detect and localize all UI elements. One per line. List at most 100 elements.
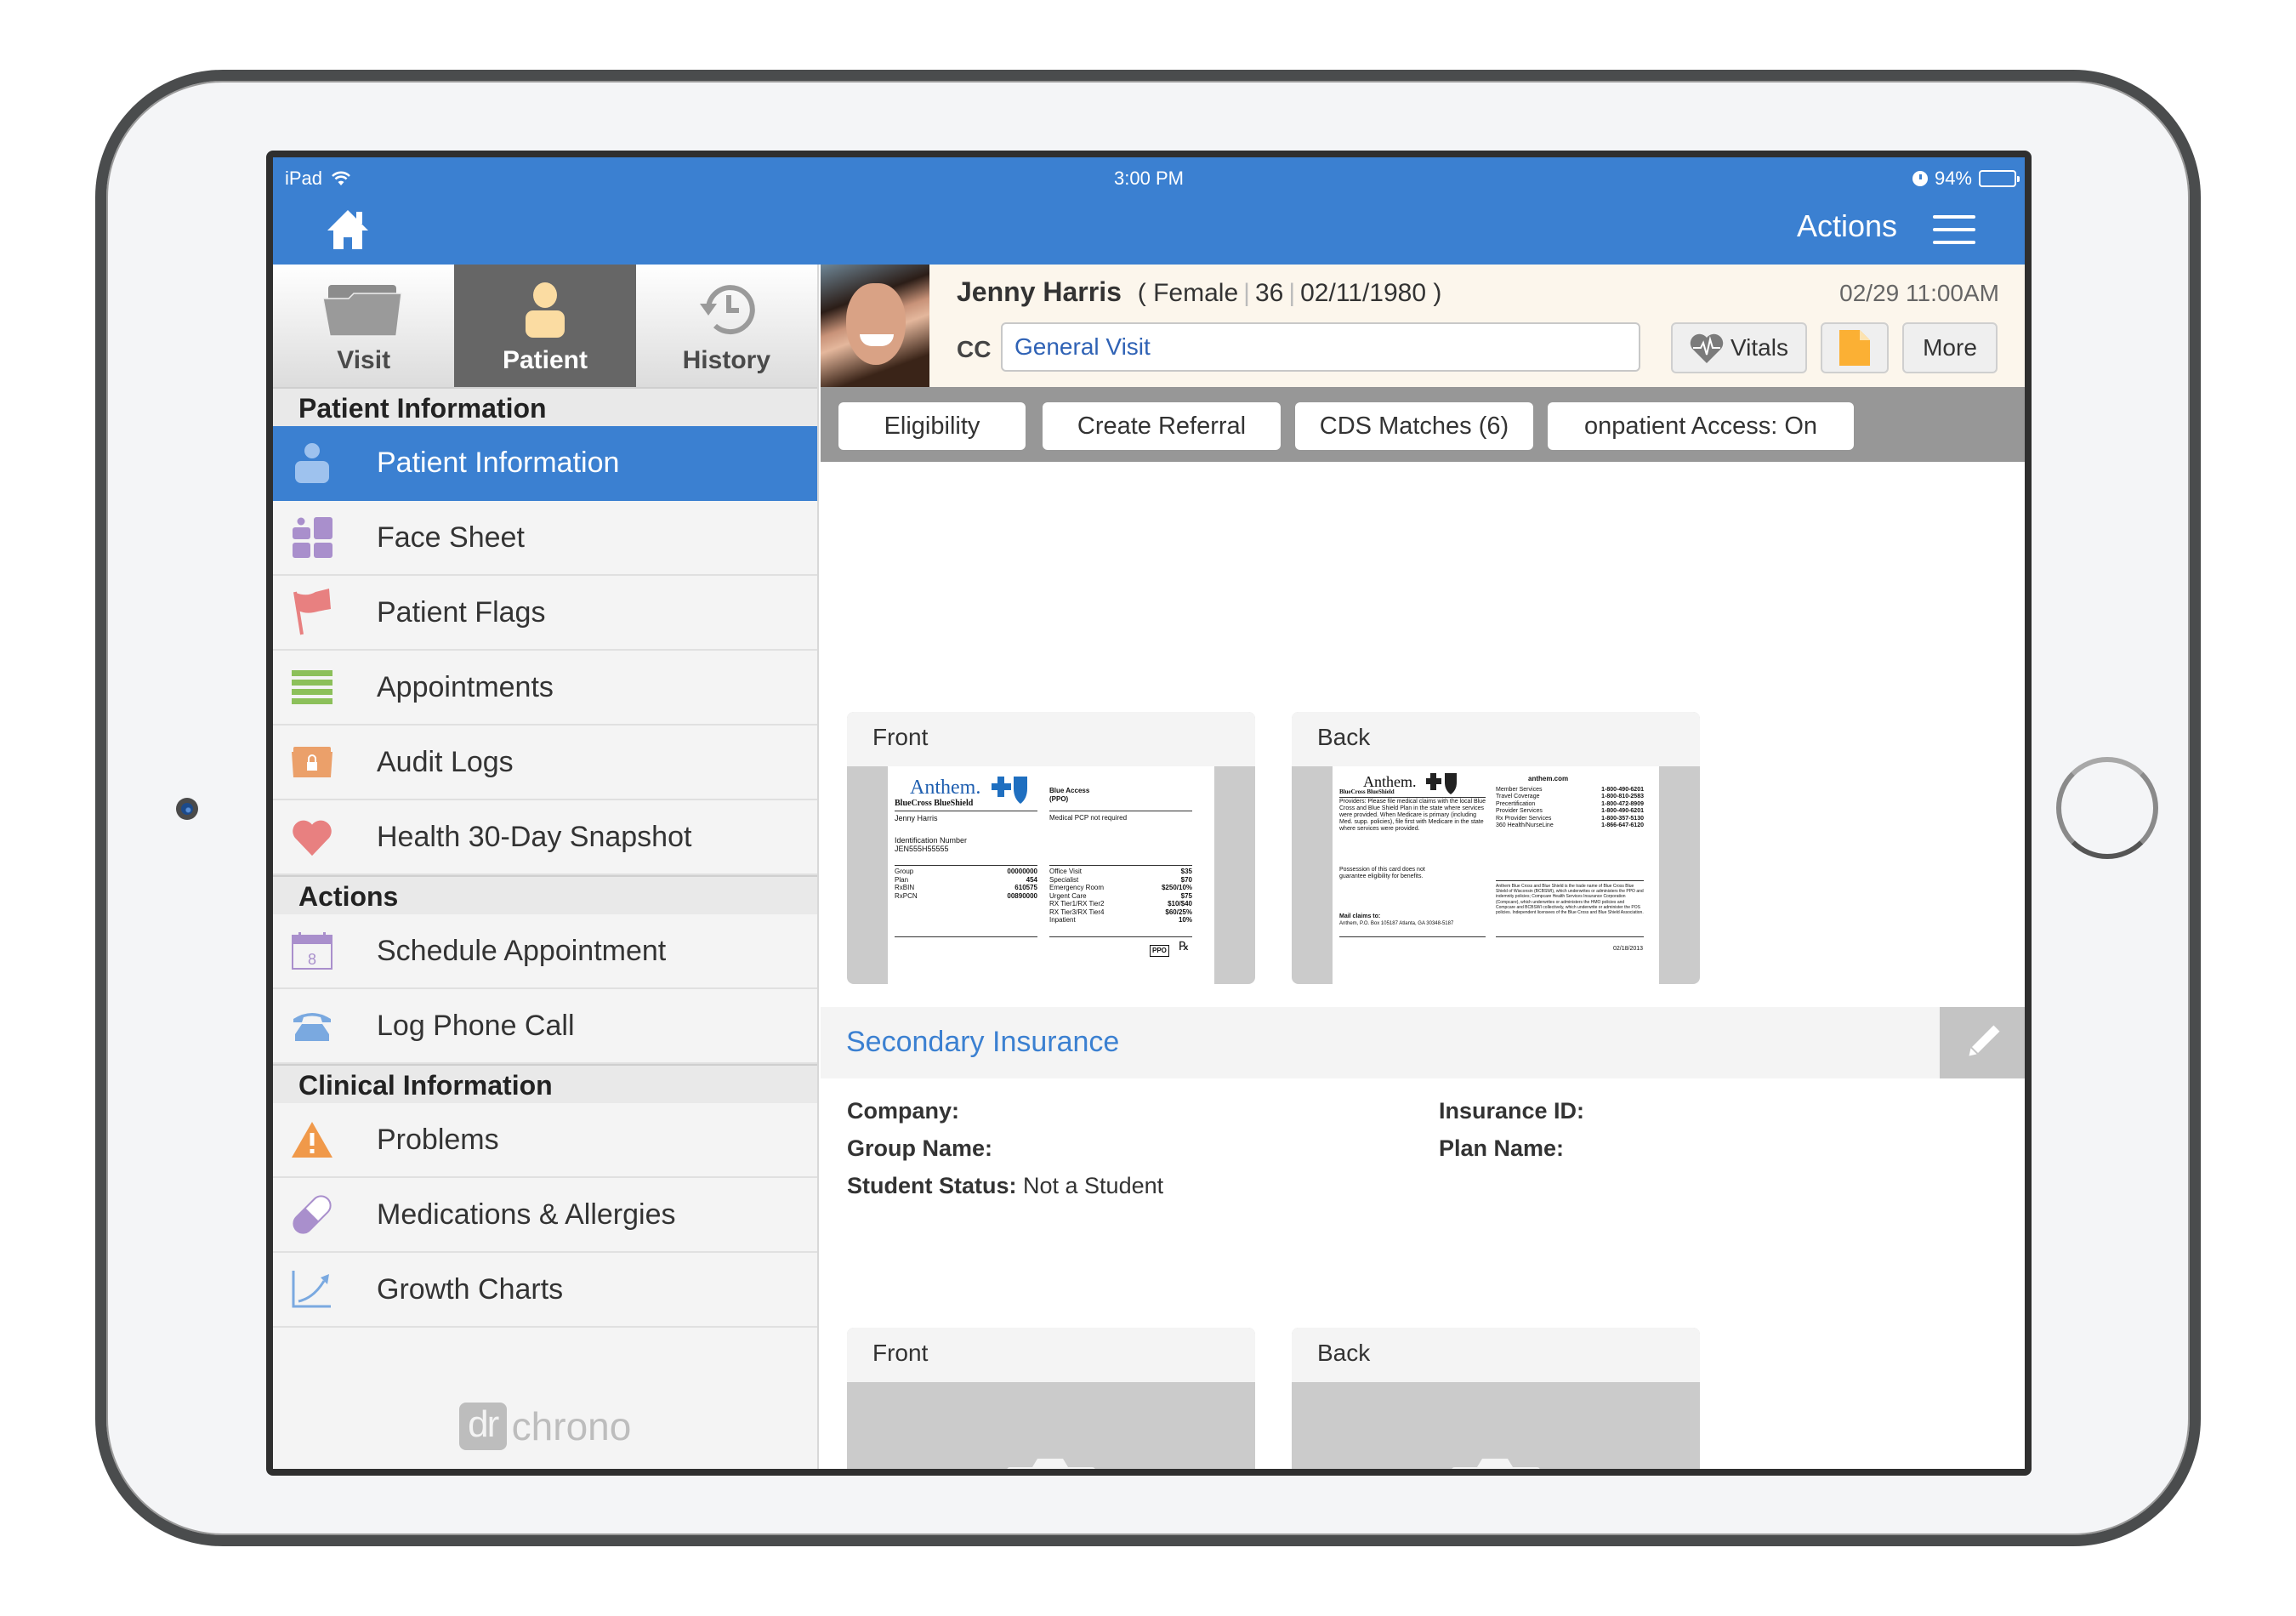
card-row-key: Office Visit [1049, 868, 1082, 875]
person-icon [525, 282, 565, 338]
chief-complaint-input[interactable] [1001, 322, 1640, 372]
card-row-key: RxBIN [895, 884, 915, 891]
sidebar-item-schedule-appointment[interactable]: 8 Schedule Appointment [273, 914, 817, 989]
sidebar-item-label: Growth Charts [377, 1272, 564, 1306]
sidebar-item-label: Face Sheet [377, 521, 525, 554]
sidebar-item-growth-charts[interactable]: Growth Charts [273, 1253, 817, 1328]
plan-name-label: Plan Name: [1439, 1135, 1565, 1161]
camera-icon[interactable] [1007, 1459, 1095, 1469]
card-row-key: Member Services [1496, 787, 1543, 793]
card-table-row: RxPCN 00890000 [895, 892, 1037, 901]
card-plan-name: Blue Access [1049, 787, 1090, 794]
card-table-row: Emergency Room $250/10% [1049, 884, 1192, 892]
card-website: anthem.com [1528, 775, 1569, 782]
card-row-value: 1-800-810-2583 [1601, 794, 1644, 800]
insurance-card-front-image: Anthem. BlueCross BlueShield Blue Access… [888, 766, 1214, 984]
card-front-left-table: Group 00000000 Plan 454 RxBIN 610575 RxPCN 0089… [895, 868, 1037, 900]
card-row-value: 00000000 [1007, 868, 1037, 875]
tab-patient[interactable]: Patient [454, 265, 636, 387]
tab-history[interactable]: History [635, 265, 817, 387]
ipad-home-button[interactable] [2056, 757, 2158, 859]
card-row-key: Specialist [1049, 875, 1079, 884]
card-row-key: Inpatient [1049, 916, 1076, 924]
card-front-right-table: Office Visit $35 Specialist $70 Emergency Ro… [1049, 868, 1192, 925]
secondary-card-front[interactable]: Front [847, 1328, 1255, 1469]
heart-pulse-icon [1690, 333, 1724, 363]
card-pcp-note: Medical PCP not required [1049, 814, 1128, 822]
card-row-value: 610575 [1014, 884, 1037, 891]
card-row-value: $35 [1180, 868, 1192, 875]
patient-photo[interactable] [821, 265, 929, 387]
onpatient-access-button[interactable]: onpatient Access: On [1548, 402, 1854, 450]
card-table-row: 360 Health/NurseLine 1-866-647-6120 [1496, 822, 1644, 829]
ppo-badge: PPO [1150, 945, 1169, 957]
document-icon [1839, 330, 1870, 366]
more-button[interactable]: More [1902, 322, 1998, 373]
card-row-key: RX Tier1/RX Tier2 [1049, 900, 1105, 908]
actions-label[interactable]: Actions [1797, 208, 1897, 244]
patient-name: Jenny Harris [957, 276, 1122, 307]
home-icon[interactable] [326, 208, 370, 251]
card-front-label: Front [847, 712, 1255, 766]
card-row-key: Group [895, 868, 914, 875]
hamburger-menu-icon[interactable] [1933, 215, 1975, 244]
card-phone-table: Member Services 1-800-490-6201 Travel Cove… [1496, 787, 1644, 829]
sidebar-item-face-sheet[interactable]: Face Sheet [273, 501, 817, 576]
section-header-clinical-information: Clinical Information [273, 1064, 817, 1103]
card-row-value: 1-800-490-6201 [1601, 808, 1644, 815]
face-sheet-icon [292, 517, 332, 558]
card-row-key: Urgent Care [1049, 891, 1087, 900]
card-table-row: Plan 454 [895, 876, 1037, 885]
cds-matches-button[interactable]: CDS Matches (6) [1295, 402, 1533, 450]
sidebar-item-label: Patient Information [377, 446, 620, 479]
insurance-card-back[interactable]: Back Anthem. BlueCross BlueShield Provid… [1292, 712, 1700, 984]
sidebar-item-medications-allergies[interactable]: Medications & Allergies [273, 1178, 817, 1253]
rx-symbol: ℞ [1179, 939, 1190, 953]
card-row-value: 1-866-647-6120 [1601, 822, 1644, 829]
vitals-button[interactable]: Vitals [1671, 322, 1807, 373]
create-referral-button[interactable]: Create Referral [1043, 402, 1281, 450]
status-time: 3:00 PM [1114, 168, 1184, 189]
front-camera [176, 798, 198, 820]
card-mail-address: Anthem, P.O. Box 105187 Atlanta, GA 3034… [1339, 921, 1454, 926]
card-row-value: 1-800-357-5130 [1601, 815, 1644, 822]
card-row-key: Plan [895, 875, 909, 884]
card-table-row: Office Visit $35 [1049, 868, 1192, 876]
status-bar-right: 94% [1912, 168, 2020, 190]
card-table-row: Specialist $70 [1049, 876, 1192, 885]
card-row-value: 454 [1026, 875, 1037, 884]
card-table-row: RX Tier1/RX Tier2 $10/$40 [1049, 900, 1192, 908]
group-name-label: Group Name: [847, 1135, 993, 1161]
insurance-id-label: Insurance ID: [1439, 1098, 1585, 1124]
drchrono-logo: dr chrono [273, 1403, 817, 1450]
card-table-row: Travel Coverage 1-800-810-2583 [1496, 794, 1644, 800]
card-row-value: 00890000 [1007, 891, 1037, 900]
insurance-card-front[interactable]: Front Anthem. BlueCross BlueShield Blue … [847, 712, 1255, 984]
sidebar-item-appointments[interactable]: Appointments [273, 651, 817, 725]
card-table-row: Provider Services 1-800-490-6201 [1496, 808, 1644, 815]
card-back-label: Back [1292, 712, 1700, 766]
pill-icon [292, 1194, 332, 1235]
tab-history-label: History [682, 346, 770, 374]
field-student-status: Student Status: Not a Student [847, 1173, 1163, 1199]
card-row-key: Emergency Room [1049, 884, 1105, 891]
sidebar-item-log-phone-call[interactable]: Log Phone Call [273, 989, 817, 1064]
document-button[interactable] [1821, 322, 1889, 373]
sidebar-item-health-snapshot[interactable]: Health 30-Day Snapshot [273, 800, 817, 875]
sidebar-item-patient-flags[interactable]: Patient Flags [273, 576, 817, 651]
eligibility-button[interactable]: Eligibility [838, 402, 1026, 450]
secondary-card-back[interactable]: Back [1292, 1328, 1700, 1469]
card-row-key: Travel Coverage [1496, 794, 1540, 800]
secondary-insurance-header: Secondary Insurance [821, 1007, 2025, 1078]
card-back-brand-sub: BlueCross BlueShield [1339, 788, 1395, 795]
tab-visit[interactable]: Visit [273, 265, 455, 387]
sidebar-item-audit-logs[interactable]: Audit Logs [273, 725, 817, 800]
section-header-actions: Actions [273, 875, 817, 914]
edit-secondary-insurance-button[interactable] [1940, 1007, 2025, 1078]
calendar-day: 8 [308, 951, 316, 968]
sidebar-item-patient-information[interactable]: Patient Information [273, 426, 817, 501]
sidebar-item-problems[interactable]: Problems [273, 1103, 817, 1178]
sidebar-item-label: Audit Logs [377, 745, 514, 778]
main-content: Jenny Harris ( Female | 36 | 02/11/1980 ) 02… [821, 265, 2025, 1469]
camera-icon[interactable] [1452, 1459, 1540, 1469]
